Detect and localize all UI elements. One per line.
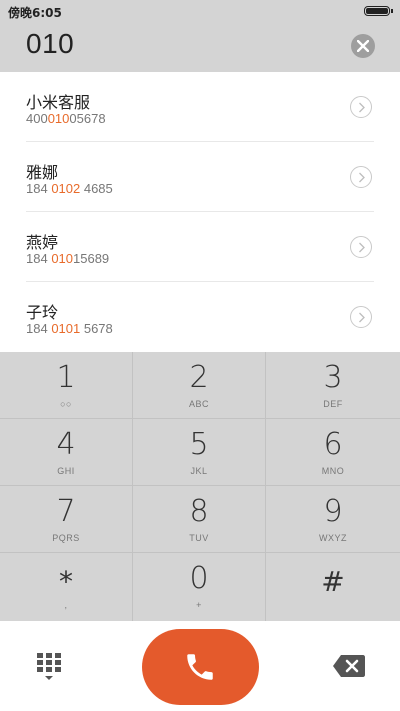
dialed-number[interactable]: 010 xyxy=(26,28,74,60)
key-digit: 9 xyxy=(323,494,343,529)
dialpad-key-7[interactable]: 7 PQRS xyxy=(0,486,133,553)
contact-name: 子玲 xyxy=(26,303,59,322)
contact-number: 184 01015689 xyxy=(26,251,109,266)
key-letters: + xyxy=(196,600,202,610)
key-digit: 0 xyxy=(189,561,209,596)
contact-name: 雅娜 xyxy=(26,163,59,182)
chevron-right-circle-icon[interactable] xyxy=(350,236,372,258)
key-digit: 4 xyxy=(56,427,76,462)
number-part: 05678 xyxy=(69,111,106,126)
dialpad-key-5[interactable]: 5 JKL xyxy=(133,419,266,486)
key-digit: 5 xyxy=(189,427,209,462)
dialpad-key-hash[interactable]: # xyxy=(266,553,400,621)
number-part: 15689 xyxy=(73,251,110,266)
contact-number: 184 0102 4685 xyxy=(26,181,113,196)
key-letters: JKL xyxy=(190,466,208,476)
chevron-right-circle-icon[interactable] xyxy=(350,96,372,118)
dialpad: 1 ○○ 2 ABC 3 DEF 4 GHI 5 JKL 6 MNO 7 PQR… xyxy=(0,352,400,621)
key-letters: WXYZ xyxy=(319,533,347,543)
key-letters: DEF xyxy=(323,399,343,409)
number-match-highlight: 010 xyxy=(51,251,74,266)
dialpad-key-9[interactable]: 9 WXYZ xyxy=(266,486,400,553)
contact-result-item[interactable]: 雅娜 184 0102 4685 xyxy=(26,142,374,212)
number-part: 184 xyxy=(26,321,52,336)
status-bar: 傍晚6:05 xyxy=(0,0,400,22)
key-letters: MNO xyxy=(321,466,345,476)
key-letters: , xyxy=(64,600,68,610)
contact-result-item[interactable]: 子玲 184 0101 5678 xyxy=(26,282,374,352)
status-time: 傍晚6:05 xyxy=(8,6,62,20)
dialpad-key-1[interactable]: 1 ○○ xyxy=(0,352,133,419)
key-letters: TUV xyxy=(189,533,209,543)
number-part: 4685 xyxy=(80,181,113,196)
number-part: 5678 xyxy=(80,321,113,336)
dialpad-key-0[interactable]: 0 + xyxy=(133,553,266,621)
key-digit: 1 xyxy=(56,360,76,395)
contact-result-item[interactable]: 小米客服 40001005678 xyxy=(26,72,374,142)
contact-number: 40001005678 xyxy=(26,111,106,126)
key-digit: 6 xyxy=(323,427,343,462)
battery-icon xyxy=(364,6,393,16)
chevron-right-circle-icon[interactable] xyxy=(350,166,372,188)
key-digit: # xyxy=(321,565,345,598)
backspace-icon[interactable] xyxy=(332,654,366,678)
number-part: 184 xyxy=(26,251,52,266)
dialpad-key-8[interactable]: 8 TUV xyxy=(133,486,266,553)
key-digit: 2 xyxy=(189,360,209,395)
number-match-highlight: 0101 xyxy=(51,321,81,336)
dialpad-grid-icon[interactable] xyxy=(37,653,61,683)
contact-name: 燕婷 xyxy=(26,233,59,252)
dial-input-bar: 010 xyxy=(0,22,400,72)
key-digit: 3 xyxy=(323,360,343,395)
number-match-highlight: 010 xyxy=(47,111,70,126)
contact-name: 小米客服 xyxy=(26,93,91,112)
contact-number: 184 0101 5678 xyxy=(26,321,113,336)
key-digit: 8 xyxy=(189,494,209,529)
number-match-highlight: 0102 xyxy=(51,181,81,196)
dialpad-key-4[interactable]: 4 GHI xyxy=(0,419,133,486)
key-digit: 7 xyxy=(56,494,76,529)
voicemail-icon: ○○ xyxy=(60,399,72,409)
number-part: 184 xyxy=(26,181,52,196)
contact-result-item[interactable]: 燕婷 184 01015689 xyxy=(26,212,374,282)
key-letters: ABC xyxy=(188,399,209,409)
call-button[interactable] xyxy=(142,629,259,705)
key-letters: PQRS xyxy=(52,533,80,543)
phone-icon xyxy=(187,654,213,680)
chevron-right-circle-icon[interactable] xyxy=(350,306,372,328)
dialpad-key-star[interactable]: * , xyxy=(0,553,133,621)
key-digit: * xyxy=(59,565,73,598)
contact-results-list: 小米客服 40001005678 雅娜 184 0102 4685 燕婷 184… xyxy=(0,72,400,354)
dialpad-key-3[interactable]: 3 DEF xyxy=(266,352,400,419)
key-letters: GHI xyxy=(57,466,75,476)
number-part: 400 xyxy=(26,111,48,126)
dialpad-key-2[interactable]: 2 ABC xyxy=(133,352,266,419)
dialpad-key-6[interactable]: 6 MNO xyxy=(266,419,400,486)
call-action-bar xyxy=(0,621,400,711)
clear-number-icon[interactable] xyxy=(351,34,375,58)
